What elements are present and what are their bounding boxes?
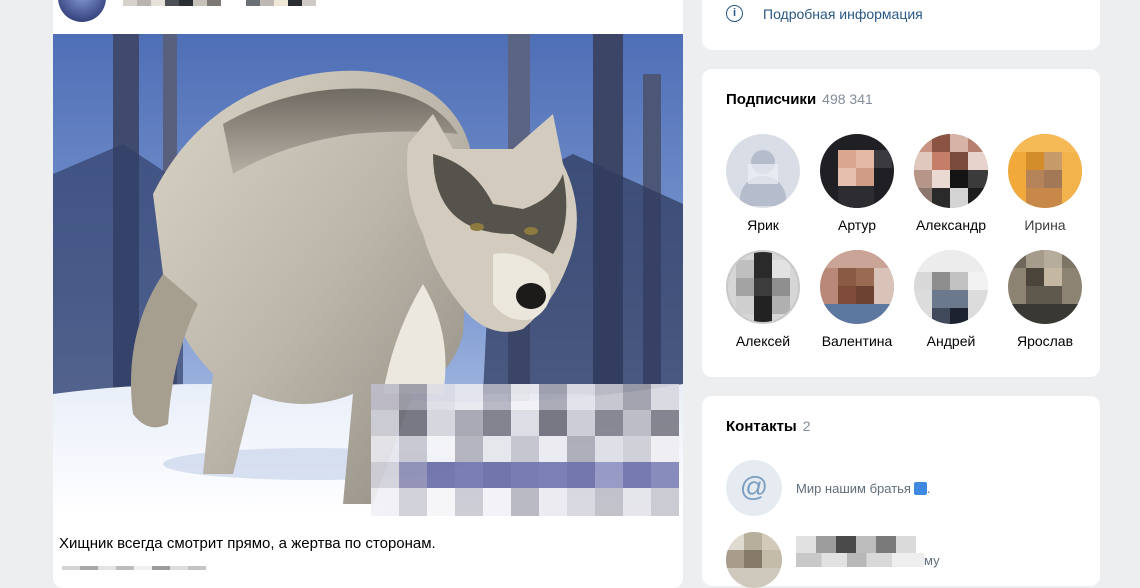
follower-name: Ирина xyxy=(1024,217,1066,233)
follower-item[interactable]: Ярослав xyxy=(1000,250,1090,349)
follower-item[interactable]: Алексей xyxy=(718,250,808,349)
contact-description-suffix: му xyxy=(924,553,940,568)
follower-name: Андрей xyxy=(926,333,976,349)
post-author-name-redacted xyxy=(123,0,221,6)
followers-count: 498 341 xyxy=(822,91,873,107)
contact-description: му xyxy=(796,553,940,568)
avatar xyxy=(726,134,800,208)
post-next-line-redacted xyxy=(62,566,206,570)
follower-name: Ярик xyxy=(747,217,779,233)
follower-item[interactable]: Андрей xyxy=(906,250,996,349)
follower-name: Артур xyxy=(837,217,876,233)
post-date-redacted xyxy=(246,0,316,6)
contacts-title: Контакты xyxy=(726,418,797,435)
follower-name: Алексей xyxy=(735,333,791,349)
avatar xyxy=(726,250,800,324)
followers-title: Подписчики xyxy=(726,91,817,108)
avatar xyxy=(914,134,988,208)
info-icon: i xyxy=(726,5,743,22)
contact-name-redacted[interactable] xyxy=(796,536,916,554)
follower-item[interactable]: Валентина xyxy=(812,250,902,349)
details-link[interactable]: Подробная информация xyxy=(763,6,923,22)
follower-name: Ярослав xyxy=(1016,333,1074,349)
avatar xyxy=(1008,250,1082,324)
avatar xyxy=(820,134,894,208)
follower-item[interactable]: Ирина xyxy=(1000,134,1090,233)
contact-avatar[interactable] xyxy=(726,532,782,588)
contacts-header[interactable]: Контакты 2 xyxy=(726,418,811,435)
email-at-icon[interactable]: @ xyxy=(726,460,782,516)
avatar xyxy=(914,250,988,324)
post-text: Хищник всегда смотрит прямо, а жертва по… xyxy=(59,535,436,552)
follower-item[interactable]: Александр xyxy=(906,134,996,233)
contact-item[interactable]: Мир нашим братья. xyxy=(796,481,931,496)
contacts-count: 2 xyxy=(802,418,811,434)
wolf-photo xyxy=(53,34,683,516)
contact-description-redacted xyxy=(796,553,924,567)
avatar xyxy=(1008,134,1082,208)
post-image-wolf[interactable] xyxy=(53,34,683,516)
contact-label: Мир нашим братья xyxy=(796,481,911,496)
follower-name: Валентина xyxy=(821,333,893,349)
followers-header[interactable]: Подписчики 498 341 xyxy=(726,91,873,108)
flag-emoji-icon xyxy=(913,482,927,495)
avatar xyxy=(820,250,894,324)
follower-item[interactable]: Ярик xyxy=(718,134,808,233)
follower-name: Александр xyxy=(915,217,987,233)
follower-item[interactable]: Артур xyxy=(812,134,902,233)
